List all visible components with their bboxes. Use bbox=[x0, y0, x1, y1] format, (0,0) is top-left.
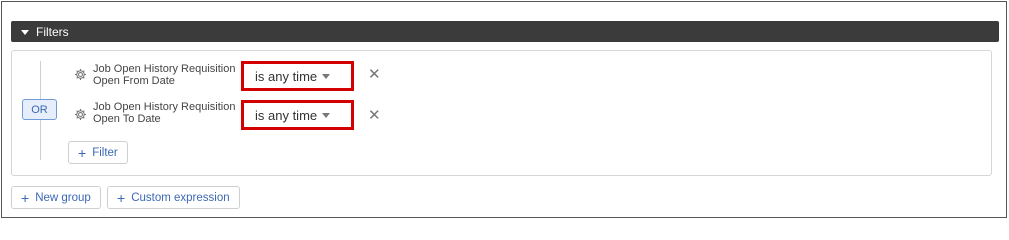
filter-field-label: Job Open History Requisition Open To Dat… bbox=[93, 101, 243, 125]
new-group-button[interactable]: + New group bbox=[11, 186, 101, 209]
filters-section-header[interactable]: Filters bbox=[11, 21, 999, 42]
condition-select[interactable]: is any time bbox=[241, 100, 354, 130]
chevron-down-icon bbox=[21, 29, 29, 35]
plus-icon: + bbox=[21, 189, 30, 206]
filter-field-label-line1: Job Open History Requisition bbox=[93, 63, 236, 75]
or-operator-label: OR bbox=[31, 103, 48, 116]
chevron-down-icon bbox=[322, 74, 330, 79]
gear-icon[interactable] bbox=[74, 68, 87, 81]
group-connector-line bbox=[40, 61, 41, 99]
close-icon[interactable]: ✕ bbox=[368, 67, 381, 82]
add-filter-label: Filter bbox=[92, 146, 118, 159]
custom-expression-label: Custom expression bbox=[131, 191, 230, 204]
filter-field-label-line1: Job Open History Requisition bbox=[93, 101, 236, 113]
condition-select-value: is any time bbox=[255, 68, 318, 84]
close-icon[interactable]: ✕ bbox=[368, 108, 381, 123]
filter-field-label-line2: Open To Date bbox=[93, 113, 161, 125]
filter-field-label: Job Open History Requisition Open From D… bbox=[93, 63, 243, 87]
filters-title: Filters bbox=[36, 24, 69, 39]
gear-icon[interactable] bbox=[74, 108, 87, 121]
plus-icon: + bbox=[117, 189, 126, 206]
plus-icon: + bbox=[78, 144, 87, 161]
or-operator-toggle[interactable]: OR bbox=[22, 99, 57, 120]
chevron-down-icon bbox=[322, 113, 330, 118]
add-filter-button[interactable]: + Filter bbox=[68, 141, 128, 164]
condition-select[interactable]: is any time bbox=[241, 61, 354, 91]
group-connector-line bbox=[40, 120, 41, 160]
custom-expression-button[interactable]: + Custom expression bbox=[107, 186, 240, 209]
new-group-label: New group bbox=[35, 191, 91, 204]
filter-field-label-line2: Open From Date bbox=[93, 75, 175, 87]
condition-select-value: is any time bbox=[255, 107, 318, 123]
